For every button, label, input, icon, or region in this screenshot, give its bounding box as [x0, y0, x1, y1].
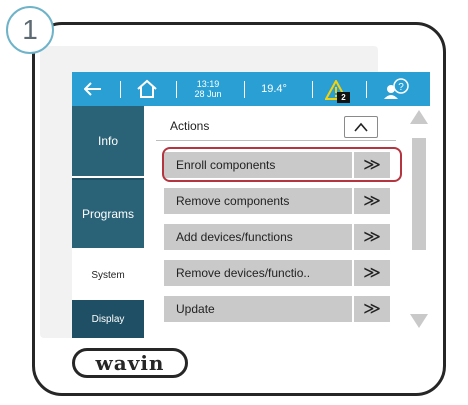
brand-logo: wavin [72, 348, 188, 378]
home-button[interactable] [130, 72, 164, 106]
alarm-count-badge: 2 [337, 92, 350, 103]
scroll-down-arrow-icon[interactable] [410, 314, 428, 328]
scroll-thumb[interactable] [412, 138, 426, 250]
actions-title: Actions [170, 119, 210, 133]
temperature-readout: 19.4° [254, 72, 294, 106]
step-number: 1 [22, 14, 38, 45]
temperature-text: 19.4° [261, 83, 287, 95]
double-chevron-right-icon[interactable]: ≫ [360, 262, 384, 284]
sidebar-item-display[interactable]: Display [72, 300, 144, 338]
scrollbar[interactable] [408, 106, 430, 338]
separator [120, 81, 121, 98]
separator [366, 81, 367, 98]
arrow-left-icon [84, 82, 101, 96]
separator [312, 81, 313, 98]
action-row-remove-devices-functions[interactable]: Remove devices/functio.. ≫ [164, 260, 390, 286]
chevron-up-icon [354, 122, 368, 132]
sidebar-item-label: Programs [81, 207, 134, 221]
action-label: Remove components [176, 194, 290, 208]
logo-text: wavin [95, 351, 165, 375]
separator [244, 81, 245, 98]
double-chevron-right-icon[interactable]: ≫ [360, 226, 384, 248]
action-row-remove-components[interactable]: Remove components ≫ [164, 188, 390, 214]
divider [352, 224, 354, 250]
collapse-button[interactable] [344, 116, 378, 138]
date-text: 28 Jun [194, 89, 222, 99]
double-chevron-right-icon[interactable]: ≫ [360, 298, 384, 320]
sidebar-item-label: System [91, 269, 125, 281]
actions-panel: Actions Enroll components ≫ Remove compo… [156, 112, 404, 338]
time-text: 13:19 [196, 79, 220, 89]
action-label: Update [176, 302, 215, 316]
divider [352, 188, 354, 214]
sidebar-item-info[interactable]: Info [72, 106, 144, 176]
svg-text:?: ? [398, 82, 404, 93]
action-label: Add devices/functions [176, 230, 293, 244]
action-row-update[interactable]: Update ≫ [164, 296, 390, 322]
home-icon [137, 79, 157, 98]
sidebar-item-label: Display [91, 313, 125, 325]
back-button[interactable] [78, 72, 108, 106]
step-number-badge: 1 [6, 6, 54, 54]
highlight-outline [162, 147, 402, 182]
sidebar-item-label: Info [97, 134, 118, 148]
datetime: 13:19 28 Jun [186, 72, 230, 106]
divider [352, 296, 354, 322]
double-chevron-right-icon[interactable]: ≫ [360, 190, 384, 212]
scroll-up-arrow-icon[interactable] [410, 110, 428, 124]
touch-screen: 13:19 28 Jun 19.4° 2 ? Info Programs Sys… [72, 72, 430, 338]
user-help-icon: ? [384, 78, 409, 99]
actions-header: Actions [156, 112, 396, 141]
help-button[interactable]: ? [376, 72, 416, 106]
sidebar: Info Programs System Display [72, 106, 144, 338]
separator [176, 81, 177, 98]
sidebar-item-system[interactable]: System [72, 250, 144, 300]
alarms-button[interactable]: 2 [322, 72, 354, 106]
action-label: Remove devices/functio.. [176, 266, 311, 280]
action-row-add-devices-functions[interactable]: Add devices/functions ≫ [164, 224, 390, 250]
divider [352, 260, 354, 286]
status-bar: 13:19 28 Jun 19.4° 2 ? [72, 72, 430, 106]
sidebar-item-programs[interactable]: Programs [72, 178, 144, 248]
